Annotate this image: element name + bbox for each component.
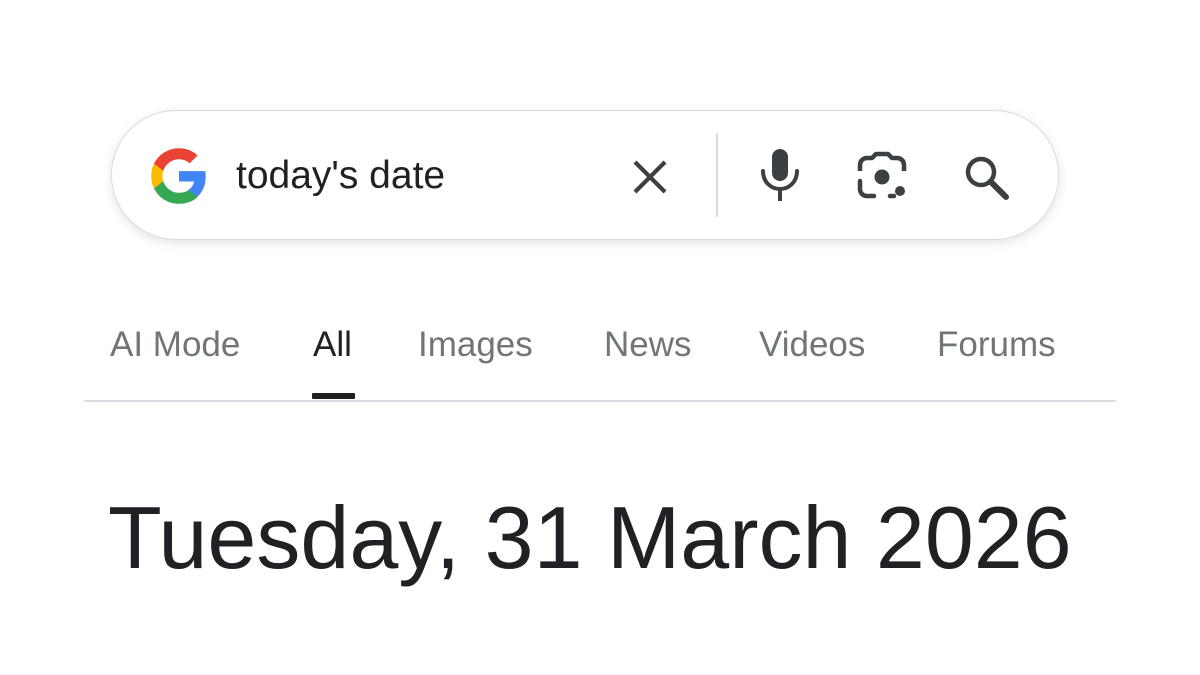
tab-videos[interactable]: Videos [759,324,865,366]
google-lens-icon[interactable] [856,151,908,201]
search-icon[interactable] [960,151,1012,203]
google-g-logo-icon [150,147,208,205]
tab-forums[interactable]: Forums [937,324,1056,366]
tab-ai-mode[interactable]: AI Mode [110,324,240,366]
active-tab-indicator [312,393,355,399]
search-bar[interactable]: today's date [111,110,1059,240]
tabs-divider [84,400,1116,402]
search-bar-divider [716,133,718,217]
search-results-page: today's date AI Mode All Images News Vid… [0,0,1200,675]
search-input[interactable]: today's date [236,153,445,199]
search-tabs: AI Mode All Images News Videos Forums [84,320,1116,400]
tab-all[interactable]: All [313,324,352,366]
date-answer: Tuesday, 31 March 2026 [108,488,1072,587]
tab-images[interactable]: Images [418,324,533,366]
tab-news[interactable]: News [604,324,692,366]
close-icon[interactable] [626,153,674,201]
microphone-icon[interactable] [755,147,805,203]
